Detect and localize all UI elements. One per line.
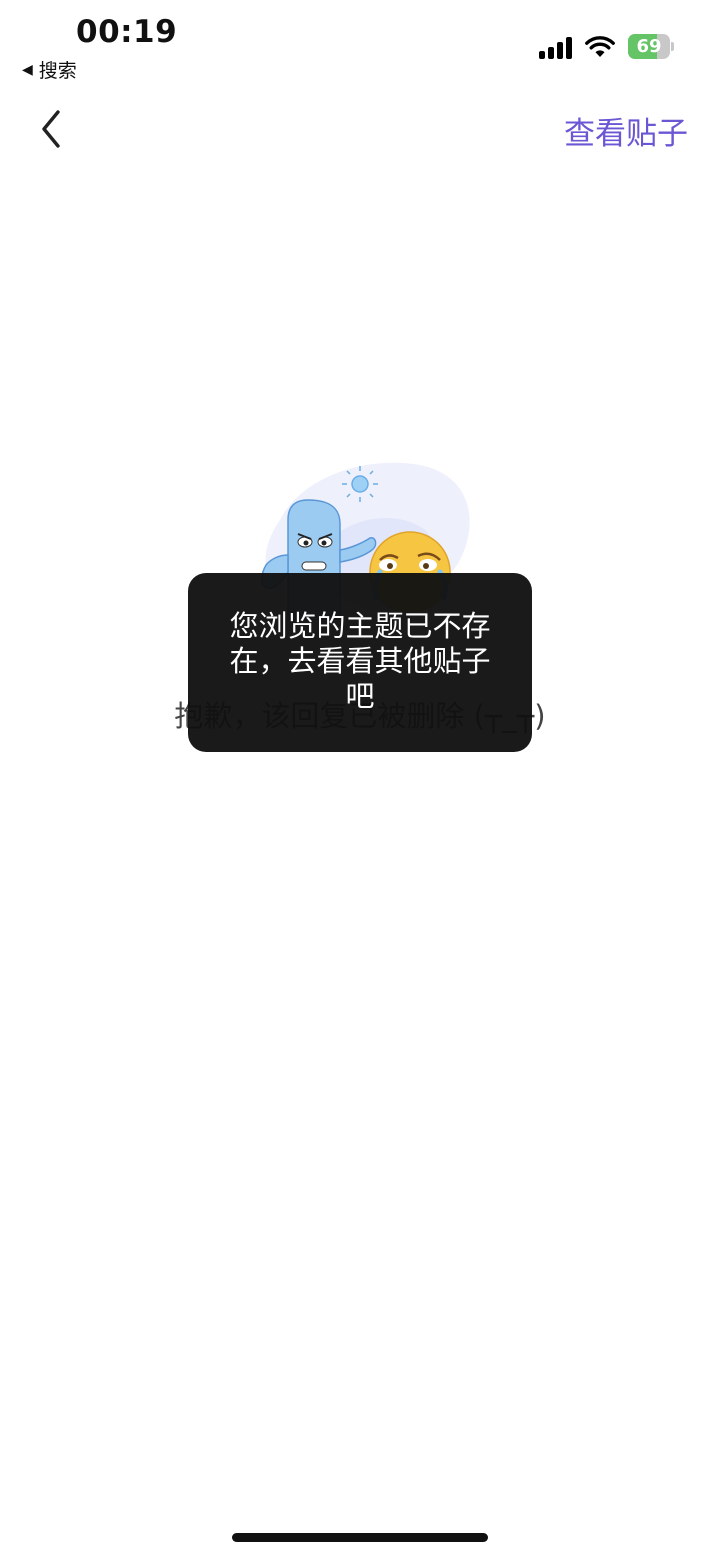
battery-level-text: 69 bbox=[636, 36, 662, 57]
view-post-button[interactable]: 查看贴子 bbox=[564, 108, 688, 153]
status-time: 00:19 bbox=[76, 14, 178, 50]
home-indicator[interactable] bbox=[232, 1533, 488, 1542]
toast-message: 您浏览的主题已不存在，去看看其他贴子吧 bbox=[188, 573, 532, 752]
back-app-label: 搜索 bbox=[38, 60, 77, 82]
status-bar: 00:19 ◀ 搜索 69 bbox=[0, 0, 720, 90]
toast-text: 您浏览的主题已不存在，去看看其他贴子吧 bbox=[229, 609, 491, 713]
navigation-bar: 查看贴子 bbox=[0, 90, 720, 170]
battery-icon: 69 bbox=[628, 34, 674, 59]
wifi-icon bbox=[585, 35, 615, 57]
cellular-signal-icon bbox=[539, 35, 572, 59]
back-to-app-link[interactable]: ◀ 搜索 bbox=[22, 56, 77, 83]
back-triangle-icon: ◀ bbox=[22, 61, 33, 78]
back-button[interactable] bbox=[34, 104, 74, 154]
status-indicators: 69 bbox=[539, 34, 674, 59]
chevron-left-icon bbox=[42, 110, 60, 148]
